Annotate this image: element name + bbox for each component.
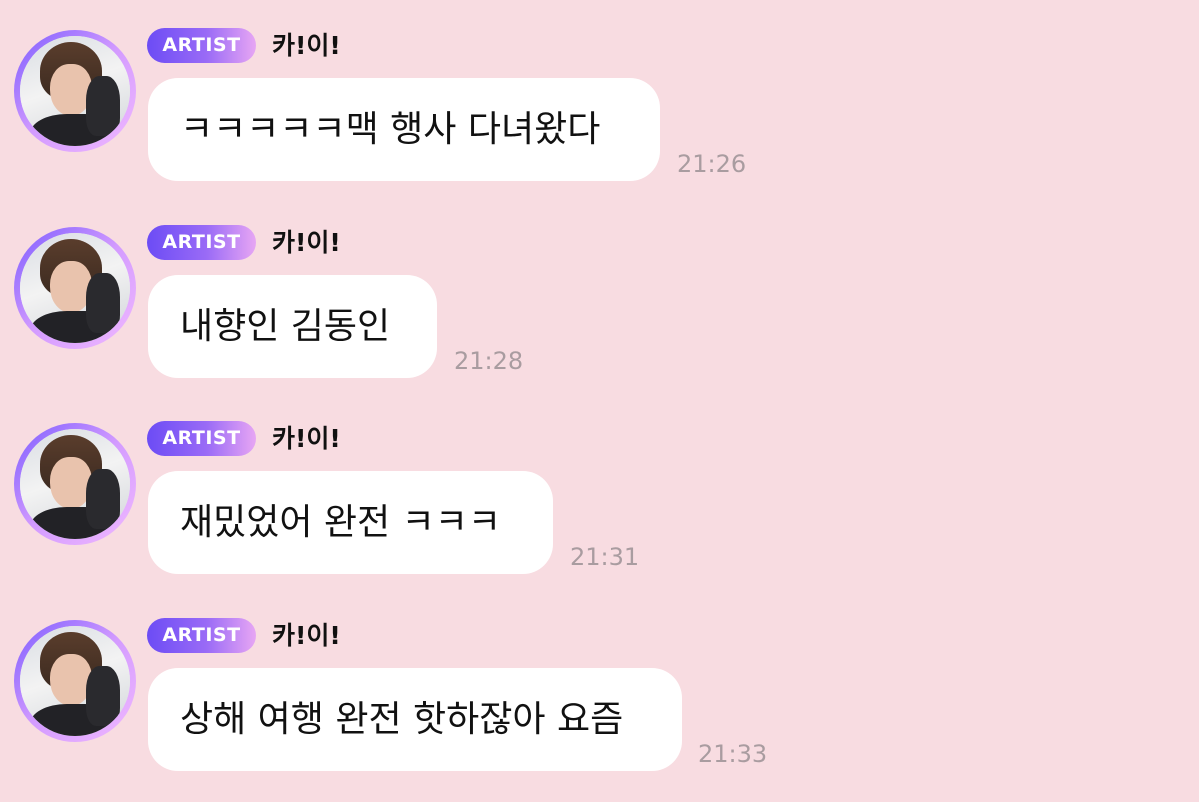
- message-timestamp: 21:26: [677, 150, 747, 178]
- message-bubble[interactable]: 상해 여행 완전 핫하잖아 요즘: [148, 668, 682, 771]
- sender-name[interactable]: 카!이!: [272, 28, 341, 63]
- avatar-hand: [86, 469, 120, 529]
- avatar-ring[interactable]: [14, 227, 136, 349]
- chat-message: ARTIST 카!이! 상해 여행 완전 핫하잖아 요즘 21:33: [0, 590, 1199, 771]
- message-timestamp: 21:31: [570, 543, 640, 571]
- avatar[interactable]: [20, 233, 130, 343]
- message-timestamp: 21:33: [698, 740, 768, 768]
- sender-name[interactable]: 카!이!: [272, 225, 341, 260]
- message-bubble[interactable]: 내향인 김동인: [148, 275, 437, 378]
- sender-name[interactable]: 카!이!: [272, 618, 341, 653]
- artist-badge: ARTIST: [147, 421, 256, 456]
- avatar[interactable]: [20, 429, 130, 539]
- artist-badge: ARTIST: [147, 618, 256, 653]
- chat-message: ARTIST 카!이! 재밌었어 완전 ㅋㅋㅋ 21:31: [0, 393, 1199, 574]
- avatar-hand: [86, 273, 120, 333]
- avatar-ring[interactable]: [14, 620, 136, 742]
- artist-badge: ARTIST: [147, 28, 256, 63]
- avatar[interactable]: [20, 626, 130, 736]
- avatar-ring[interactable]: [14, 30, 136, 152]
- avatar-ring[interactable]: [14, 423, 136, 545]
- chat-message: ARTIST 카!이! ㅋㅋㅋㅋㅋ맥 행사 다녀왔다 21:26: [0, 0, 1199, 181]
- message-bubble[interactable]: ㅋㅋㅋㅋㅋ맥 행사 다녀왔다: [148, 78, 660, 181]
- sender-name[interactable]: 카!이!: [272, 421, 341, 456]
- chat-message: ARTIST 카!이! 내향인 김동인 21:28: [0, 197, 1199, 378]
- avatar[interactable]: [20, 36, 130, 146]
- avatar-hand: [86, 76, 120, 136]
- artist-badge: ARTIST: [147, 225, 256, 260]
- message-timestamp: 21:28: [454, 347, 524, 375]
- avatar-hand: [86, 666, 120, 726]
- message-bubble[interactable]: 재밌었어 완전 ㅋㅋㅋ: [148, 471, 553, 574]
